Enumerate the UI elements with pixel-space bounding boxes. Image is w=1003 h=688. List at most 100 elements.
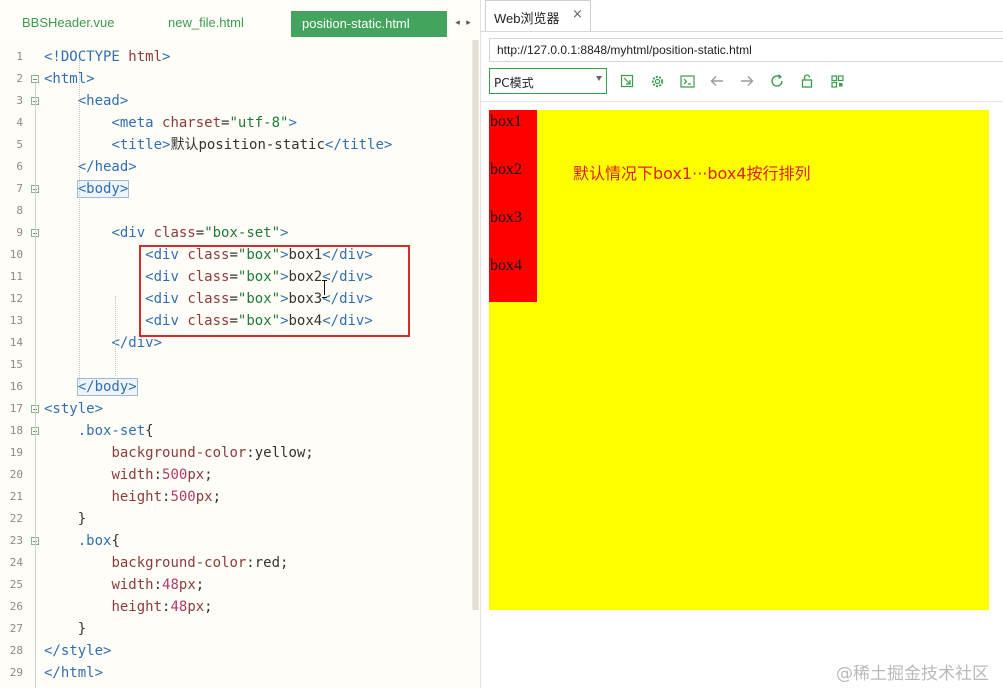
browser-tab-title: Web浏览器	[494, 11, 560, 26]
line-number: 23	[9, 534, 23, 547]
code-line[interactable]: 19 background-color:yellow;	[0, 442, 470, 464]
code-text: }	[44, 511, 87, 527]
code-text: height:500px;	[111, 489, 222, 505]
code-line[interactable]: 2 <html>	[0, 68, 470, 90]
code-line[interactable]: 3 <head>	[0, 90, 470, 112]
line-number: 3	[16, 94, 23, 107]
code-line[interactable]: 27 }	[0, 618, 470, 640]
code-line[interactable]: 24 background-color:red;	[0, 552, 470, 574]
box-1: box1	[489, 110, 537, 158]
annotation-note: 默认情况下box1···box4按行排列	[573, 164, 811, 183]
code-text: }	[44, 621, 87, 637]
browser-tab[interactable]: Web浏览器 ×	[485, 0, 591, 31]
tab-scroll-left-icon[interactable]: ◂	[452, 13, 463, 33]
line-number: 10	[9, 248, 23, 261]
lock-icon[interactable]	[798, 72, 816, 90]
code-text: <meta charset="utf-8">	[111, 115, 297, 131]
box-2: box2	[489, 158, 537, 206]
fold-toggle-icon[interactable]	[31, 75, 39, 83]
line-number: 5	[16, 138, 23, 151]
editor-scrollbar-thumb[interactable]	[473, 40, 478, 610]
tab-scroll-right-icon[interactable]: ▸	[463, 13, 474, 33]
box-set: box1 box2 box3 box4 默认情况下box1···box4按行排列	[489, 110, 989, 610]
code-text: width:500px;	[111, 467, 213, 483]
address-bar[interactable]: http://127.0.0.1:8848/myhtml/position-st…	[489, 38, 1003, 62]
code-text: .box-set{	[77, 423, 154, 439]
code-text: </style>	[44, 643, 112, 659]
code-line[interactable]: 28 </style>	[0, 640, 470, 662]
line-number: 16	[9, 380, 23, 393]
line-number: 24	[9, 556, 23, 569]
code-line[interactable]: 16 </body>	[0, 376, 470, 398]
code-line[interactable]: 8	[0, 200, 470, 222]
line-number: 21	[9, 490, 23, 503]
code-line[interactable]: 15	[0, 354, 470, 376]
line-number: 1	[16, 50, 23, 63]
code-line[interactable]: 4 <meta charset="utf-8">	[0, 112, 470, 134]
code-text: width:48px;	[111, 577, 205, 593]
code-text: <html>	[44, 71, 95, 87]
code-line[interactable]: 7 <body>	[0, 178, 470, 200]
code-text: <!DOCTYPE html>	[44, 49, 171, 65]
code-text: background-color:red;	[111, 555, 289, 571]
box-3: box3	[489, 206, 537, 254]
code-text: background-color:yellow;	[111, 445, 314, 461]
code-line[interactable]: 9 <div class="box-set">	[0, 222, 470, 244]
code-text: height:48px;	[111, 599, 213, 615]
line-number: 13	[9, 314, 23, 327]
code-line[interactable]: 1 <!DOCTYPE html>	[0, 46, 470, 68]
line-number: 14	[9, 336, 23, 349]
code-line[interactable]: 18 .box-set{	[0, 420, 470, 442]
fold-guide	[35, 83, 36, 688]
chevron-down-icon	[596, 76, 602, 81]
browser-viewport[interactable]: box1 box2 box3 box4 默认情况下box1···box4按行排列…	[481, 102, 1003, 688]
line-number: 4	[16, 116, 23, 129]
web-browser-panel: Web浏览器 × http://127.0.0.1:8848/myhtml/po…	[480, 0, 1003, 688]
code-text: </body>	[76, 378, 138, 396]
line-number: 15	[9, 358, 23, 371]
qrcode-icon[interactable]	[828, 72, 846, 90]
editor-tab-bar: BBSHeader.vue new_file.html position-sta…	[0, 0, 480, 38]
line-number: 22	[9, 512, 23, 525]
tab-position-static[interactable]: position-static.html	[291, 11, 447, 37]
code-line[interactable]: 5 <title>默认position-static</title>	[0, 134, 470, 156]
forward-icon[interactable]	[738, 72, 756, 90]
indent-guide	[79, 60, 80, 390]
code-line[interactable]: 22 }	[0, 508, 470, 530]
code-line[interactable]: 17 <style>	[0, 398, 470, 420]
code-line[interactable]: 21 height:500px;	[0, 486, 470, 508]
tab-bbsheader[interactable]: BBSHeader.vue	[22, 10, 115, 36]
line-number: 17	[9, 402, 23, 415]
close-icon[interactable]: ×	[572, 7, 583, 22]
tab-new-file[interactable]: new_file.html	[168, 10, 244, 36]
line-number: 20	[9, 468, 23, 481]
mode-select-value: PC模式	[494, 76, 534, 90]
code-editor[interactable]: BBSHeader.vue new_file.html position-sta…	[0, 0, 480, 688]
back-icon[interactable]	[708, 72, 726, 90]
code-text: </html>	[44, 665, 104, 681]
code-line[interactable]: 29 </html>	[0, 662, 470, 684]
code-line[interactable]: 23 .box{	[0, 530, 470, 552]
line-number: 8	[16, 204, 23, 217]
watermark: @稀土掘金技术社区	[836, 664, 989, 684]
code-line[interactable]: 26 height:48px;	[0, 596, 470, 618]
code-text: <div class="box-set">	[111, 225, 289, 241]
mode-select[interactable]: PC模式	[489, 68, 607, 94]
line-number: 29	[9, 666, 23, 679]
code-text: <style>	[44, 401, 104, 417]
code-text: <title>默认position-static</title>	[111, 137, 393, 153]
gear-icon[interactable]	[648, 72, 666, 90]
refresh-icon[interactable]	[768, 72, 786, 90]
code-text: .box{	[77, 533, 120, 549]
line-number: 28	[9, 644, 23, 657]
code-line[interactable]: 20 width:500px;	[0, 464, 470, 486]
text-cursor-icon	[322, 280, 328, 298]
open-external-icon[interactable]	[618, 72, 636, 90]
console-icon[interactable]	[678, 72, 696, 90]
code-line[interactable]: 25 width:48px;	[0, 574, 470, 596]
line-number: 25	[9, 578, 23, 591]
line-number: 26	[9, 600, 23, 613]
tab-divider	[481, 31, 1003, 32]
code-line[interactable]: 6 </head>	[0, 156, 470, 178]
code-area[interactable]: 1 <!DOCTYPE html> 2 <html> 3 <head> 4 <meta c…	[0, 46, 470, 688]
